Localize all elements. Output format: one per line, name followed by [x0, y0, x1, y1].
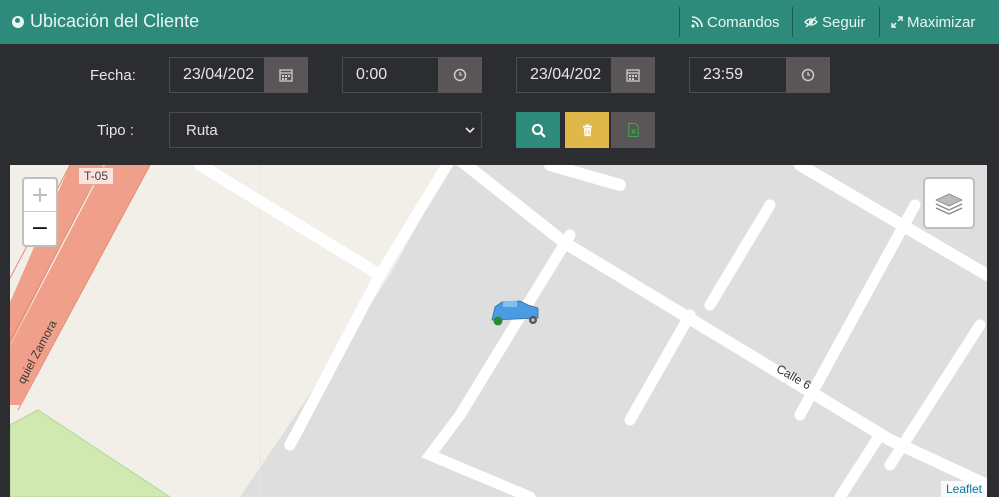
maximize-label: Maximizar — [907, 13, 976, 31]
trash-icon — [582, 123, 592, 136]
road-badge: T-05 — [78, 167, 115, 185]
follow-button[interactable]: Seguir — [792, 7, 865, 37]
chevron-down-icon — [465, 127, 475, 134]
search-icon — [531, 123, 546, 138]
expand-icon — [891, 16, 903, 28]
zoom-in-button[interactable]: + — [24, 179, 56, 212]
time-to-input[interactable]: 23:59 — [689, 57, 787, 93]
clock-icon — [801, 68, 815, 82]
fecha-label: Fecha: — [90, 67, 136, 84]
tipo-label: Tipo : — [97, 122, 134, 139]
rss-icon — [691, 16, 703, 28]
tipo-select[interactable]: Ruta — [169, 112, 482, 148]
layers-icon — [935, 193, 963, 215]
page-title-text: Ubicación del Cliente — [30, 11, 200, 31]
delete-button[interactable] — [565, 112, 609, 148]
filters-panel: Fecha: 23/04/202 0:00 23/04/202 23:59 Ti… — [0, 44, 999, 165]
tipo-select-value: Ruta — [186, 121, 218, 139]
layers-button[interactable] — [923, 177, 975, 229]
eye-icon — [804, 16, 818, 28]
excel-file-icon — [627, 122, 639, 138]
time-from-input[interactable]: 0:00 — [342, 57, 439, 93]
map-attribution-link[interactable]: Leaflet — [940, 481, 987, 497]
calendar-from-button[interactable] — [264, 57, 308, 93]
page-title: Ubicación del Cliente — [12, 11, 199, 32]
follow-label: Seguir — [822, 13, 866, 31]
commands-label: Comandos — [707, 13, 780, 31]
calendar-to-button[interactable] — [611, 57, 655, 93]
map-tiles — [10, 165, 987, 497]
header-bar: Ubicación del Cliente Comandos Seguir Ma… — [0, 0, 999, 44]
clock-to-button[interactable] — [786, 57, 830, 93]
export-excel-button[interactable] — [611, 112, 655, 148]
date-from-input[interactable]: 23/04/202 — [169, 57, 265, 93]
zoom-control: + − — [22, 177, 58, 247]
clock-icon — [453, 68, 467, 82]
map-view[interactable]: T-05 quiel Zamora Calle 6 + − Leaflet — [10, 165, 987, 497]
search-button[interactable] — [516, 112, 560, 148]
maximize-button[interactable]: Maximizar — [879, 7, 975, 37]
calendar-icon — [279, 69, 293, 82]
date-to-input[interactable]: 23/04/202 — [516, 57, 612, 93]
globe-icon — [12, 15, 24, 28]
calendar-icon — [626, 69, 640, 82]
zoom-out-button[interactable]: − — [24, 212, 56, 245]
clock-from-button[interactable] — [438, 57, 482, 93]
commands-button[interactable]: Comandos — [679, 7, 780, 37]
